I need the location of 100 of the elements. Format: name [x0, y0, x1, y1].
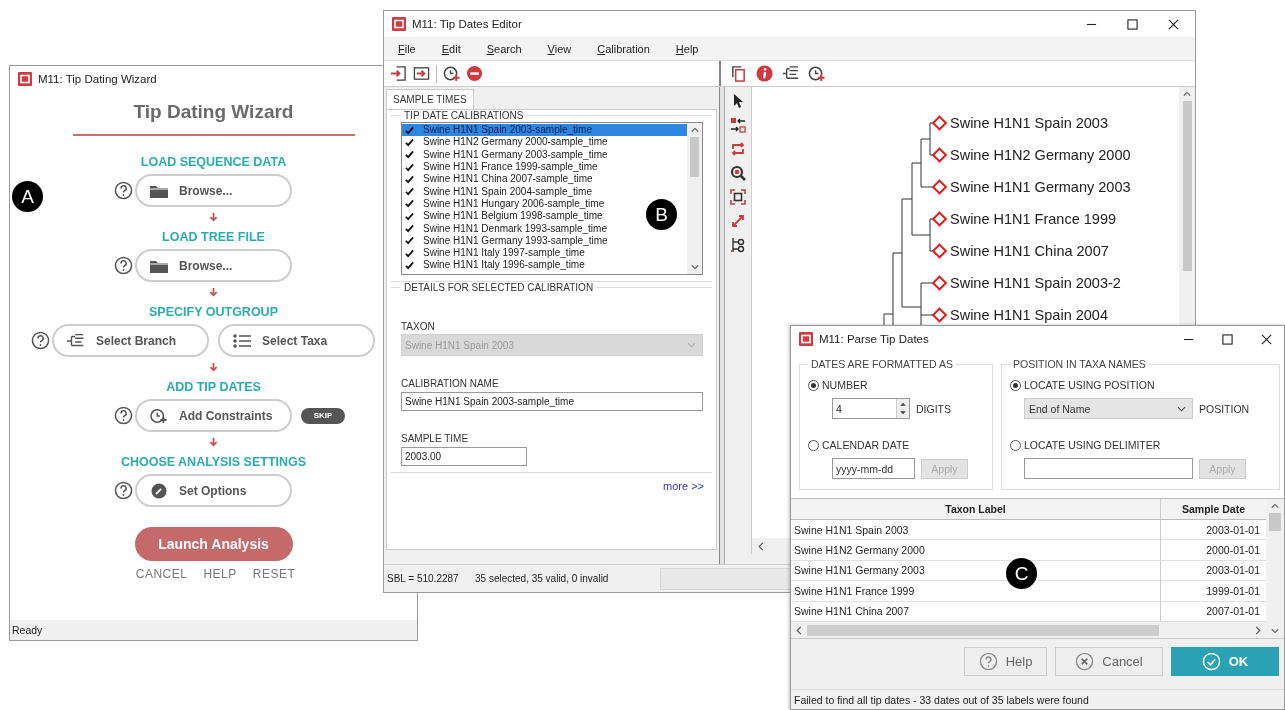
vertical-scrollbar[interactable] — [687, 123, 702, 274]
resize-icon[interactable] — [730, 213, 746, 229]
calibration-item[interactable]: Swine H1N1 France 1999-sample_time — [402, 160, 601, 174]
checkbox[interactable] — [405, 198, 415, 209]
clock-plus-icon[interactable] — [808, 65, 825, 82]
delimiter-field[interactable] — [1024, 458, 1193, 479]
more-link[interactable]: more >> — [663, 480, 704, 492]
calibration-item[interactable]: Swine H1N1 Denmark 1993-sample_time — [402, 222, 610, 235]
column-header[interactable]: Sample Date — [1161, 499, 1266, 519]
menu-item[interactable]: Edit — [441, 42, 461, 55]
calibration-item[interactable]: Swine H1N1 Italy 1996-sample_time — [402, 259, 588, 272]
radio-option[interactable]: LOCATE USING POSITION — [1010, 379, 1273, 391]
checkbox[interactable] — [405, 235, 415, 246]
copy-icon[interactable] — [730, 65, 747, 82]
calibration-item[interactable]: Swine H1N1 Germany 2003-sample_time — [402, 148, 611, 161]
help-button[interactable]: Help — [964, 646, 1047, 676]
scroll-left-icon[interactable] — [796, 625, 802, 635]
info-icon[interactable] — [756, 65, 773, 82]
position-dropdown[interactable]: End of Name — [1024, 398, 1193, 419]
scroll-down-icon[interactable] — [690, 264, 699, 270]
skip-button[interactable]: SKIP — [301, 407, 345, 424]
tree-tip-label[interactable]: Swine H1N2 Germany 2000 — [950, 147, 1131, 163]
calibration-item[interactable]: Swine H1N1 Hungary 2006-sample_time — [402, 197, 608, 211]
calibration-item[interactable]: Swine H1N1 Spain 2004-sample_time — [402, 185, 595, 198]
radio-option[interactable]: CALENDAR DATE — [808, 439, 986, 451]
radio-option[interactable]: NUMBER — [808, 379, 986, 391]
wizard-step-button[interactable]: Browse... — [135, 174, 292, 207]
maximize-icon[interactable] — [1127, 18, 1138, 30]
menu-item[interactable]: Calibration — [597, 42, 650, 55]
help-icon[interactable] — [114, 256, 133, 275]
fit-icon[interactable] — [730, 189, 746, 205]
wizard-step-button[interactable]: Browse... — [135, 249, 292, 282]
calibration-name-field[interactable]: Swine H1N1 Spain 2003-sample_time — [401, 392, 703, 411]
swap-icon[interactable] — [730, 117, 746, 133]
export-icon[interactable] — [413, 65, 430, 82]
sample-time-field[interactable]: 2003.00 — [401, 447, 527, 466]
tree-tip-label[interactable]: Swine H1N1 France 1999 — [950, 211, 1117, 227]
wizard-step-button[interactable]: Select Taxa — [218, 324, 375, 357]
help-icon[interactable] — [114, 406, 133, 425]
wizard-link[interactable]: HELP — [203, 567, 237, 581]
menu-item[interactable]: File — [398, 42, 416, 55]
tab[interactable]: SAMPLE TIMES — [386, 89, 474, 109]
checkbox[interactable] — [405, 248, 415, 259]
date-format-field[interactable]: yyyy-mm-dd — [832, 458, 915, 479]
vertical-scrollbar[interactable] — [1266, 499, 1284, 638]
help-icon[interactable] — [31, 331, 50, 350]
checkbox[interactable] — [405, 223, 415, 234]
checkbox[interactable] — [405, 186, 415, 197]
help-icon[interactable] — [114, 181, 133, 200]
maximize-icon[interactable] — [1222, 333, 1233, 345]
checkbox[interactable] — [405, 211, 415, 222]
scroll-down-icon[interactable] — [1271, 628, 1279, 634]
scroll-up-icon[interactable] — [1271, 503, 1279, 509]
scrollbar-thumb[interactable] — [807, 624, 1159, 636]
remove-icon[interactable] — [466, 65, 483, 82]
wizard-step-button[interactable]: Select Branch — [52, 324, 209, 357]
menu-item[interactable]: Search — [486, 42, 522, 55]
radio-option[interactable]: LOCATE USING DELIMITER — [1010, 439, 1273, 451]
horizontal-scrollbar[interactable] — [791, 622, 1266, 638]
menu-item[interactable]: View — [547, 42, 572, 55]
wizard-step-button[interactable]: Set Options — [135, 474, 292, 507]
radio-button[interactable] — [808, 379, 819, 391]
scrollbar-thumb[interactable] — [1182, 101, 1192, 271]
close-icon[interactable] — [1261, 333, 1272, 345]
column-header[interactable]: Taxon Label — [791, 499, 1161, 519]
calibration-item[interactable]: Swine H1N1 China 2007-sample_time — [402, 173, 596, 186]
checkbox[interactable] — [405, 137, 415, 148]
calibration-item[interactable]: Swine H1N1 Belgium 1998-sample_time — [402, 210, 606, 223]
menu-item[interactable]: Help — [675, 42, 699, 55]
checkbox[interactable] — [405, 162, 415, 173]
radio-button[interactable] — [1010, 379, 1021, 391]
digits-spin-field[interactable]: 4 — [832, 398, 910, 419]
radio-button[interactable] — [808, 439, 819, 451]
launch-analysis-button[interactable]: Launch Analysis — [134, 527, 293, 561]
scroll-up-icon[interactable] — [690, 127, 699, 133]
tree-tip-label[interactable]: Swine H1N1 China 2007 — [950, 243, 1109, 259]
tree-list-icon[interactable] — [782, 65, 799, 82]
close-icon[interactable] — [1168, 18, 1179, 30]
scroll-up-icon[interactable] — [1183, 91, 1191, 97]
tree-tip-label[interactable]: Swine H1N1 Spain 2003-2 — [950, 275, 1121, 291]
clock-plus-icon[interactable] — [443, 65, 460, 82]
checkbox[interactable] — [405, 149, 415, 160]
wizard-step-button[interactable]: Add Constraints — [135, 399, 292, 432]
zoom-icon[interactable] — [730, 165, 746, 181]
wizard-link[interactable]: RESET — [252, 567, 296, 581]
tree-tip-label[interactable]: Swine H1N1 Germany 2003 — [950, 179, 1131, 195]
tree-layout-icon[interactable] — [730, 237, 746, 253]
help-icon[interactable] — [114, 481, 133, 500]
calibration-item[interactable]: Swine H1N2 Germany 2000-sample_time — [402, 136, 611, 149]
checkbox[interactable] — [405, 260, 415, 271]
scroll-right-icon[interactable] — [1255, 625, 1261, 635]
calibration-item[interactable]: Swine H1N1 Germany 1993-sample_time — [402, 234, 611, 247]
import-icon[interactable] — [390, 65, 407, 82]
calibration-item[interactable]: Swine H1N1 Spain 2003-sample_time — [402, 124, 687, 137]
radio-button[interactable] — [1010, 439, 1021, 451]
tree-tip-label[interactable]: Swine H1N1 Spain 2004 — [950, 307, 1108, 323]
cancel-button[interactable]: Cancel — [1055, 646, 1163, 676]
wizard-link[interactable]: CANCEL — [135, 567, 188, 581]
scrollbar-thumb[interactable] — [690, 137, 699, 177]
tree-tip-label[interactable]: Swine H1N1 Spain 2003 — [950, 115, 1108, 131]
